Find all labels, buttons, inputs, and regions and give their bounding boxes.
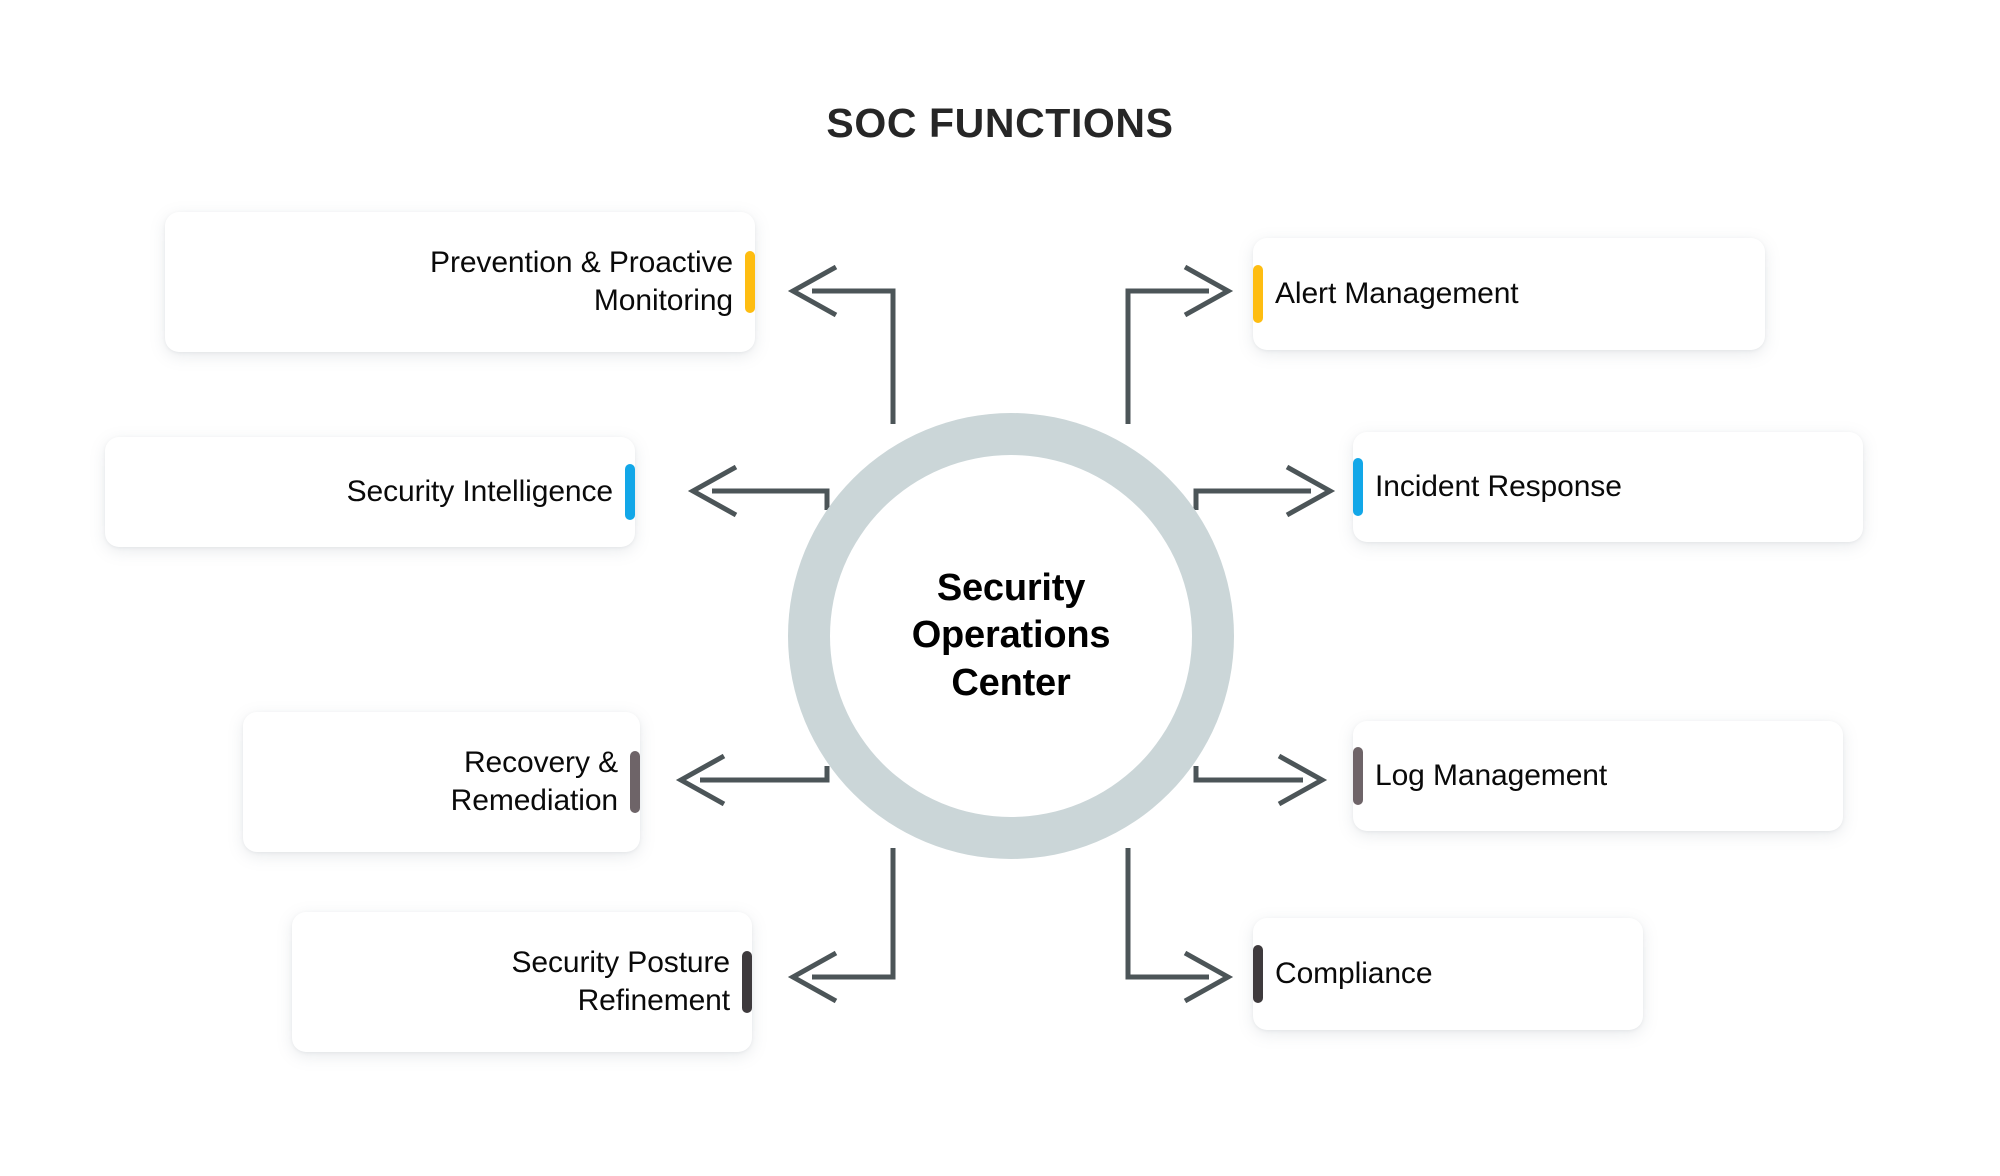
page-title: SOC FUNCTIONS xyxy=(826,100,1174,146)
connector-compliance xyxy=(1125,848,1234,1004)
connector-security-posture-refinement xyxy=(787,848,896,1004)
connector-log-management xyxy=(1193,753,1328,807)
card-label: Security Intelligence xyxy=(346,474,613,508)
center-hub: Security Operations Center xyxy=(788,413,1234,859)
connector-prevention-proactive-monitoring xyxy=(787,264,896,424)
center-hub-inner: Security Operations Center xyxy=(830,455,1192,817)
center-hub-label: Security Operations Center xyxy=(911,567,1111,704)
card-label: Recovery & Remediation xyxy=(450,745,618,817)
card-label: Compliance xyxy=(1275,956,1433,990)
connector-security-intelligence xyxy=(687,464,830,518)
diagram-canvas: SOC FUNCTIONS Security Operations Center… xyxy=(0,0,2000,1176)
card-compliance[interactable]: Compliance xyxy=(1253,918,1643,1030)
card-label: Log Management xyxy=(1375,758,1608,792)
accent-bar xyxy=(742,951,752,1013)
accent-bar xyxy=(1353,458,1363,516)
card-label: Incident Response xyxy=(1375,469,1622,503)
accent-bar xyxy=(625,464,635,520)
accent-bar xyxy=(1253,265,1263,323)
accent-bar xyxy=(745,251,755,313)
accent-bar xyxy=(1353,747,1363,805)
connector-recovery-remediation xyxy=(675,753,830,807)
card-label: Prevention & Proactive Monitoring xyxy=(430,245,733,317)
connector-incident-response xyxy=(1193,464,1336,518)
card-incident-response[interactable]: Incident Response xyxy=(1353,432,1863,542)
card-label: Security Posture Refinement xyxy=(511,945,731,1017)
card-label: Alert Management xyxy=(1275,276,1519,310)
card-security-intelligence[interactable]: Security Intelligence xyxy=(105,437,635,547)
accent-bar xyxy=(1253,945,1263,1003)
accent-bar xyxy=(630,751,640,813)
card-prevention-proactive-monitoring[interactable]: Prevention & Proactive Monitoring xyxy=(165,212,755,352)
card-alert-management[interactable]: Alert Management xyxy=(1253,238,1765,350)
connector-alert-management xyxy=(1125,264,1234,424)
card-security-posture-refinement[interactable]: Security Posture Refinement xyxy=(292,912,752,1052)
card-recovery-remediation[interactable]: Recovery & Remediation xyxy=(243,712,640,852)
card-log-management[interactable]: Log Management xyxy=(1353,721,1843,831)
